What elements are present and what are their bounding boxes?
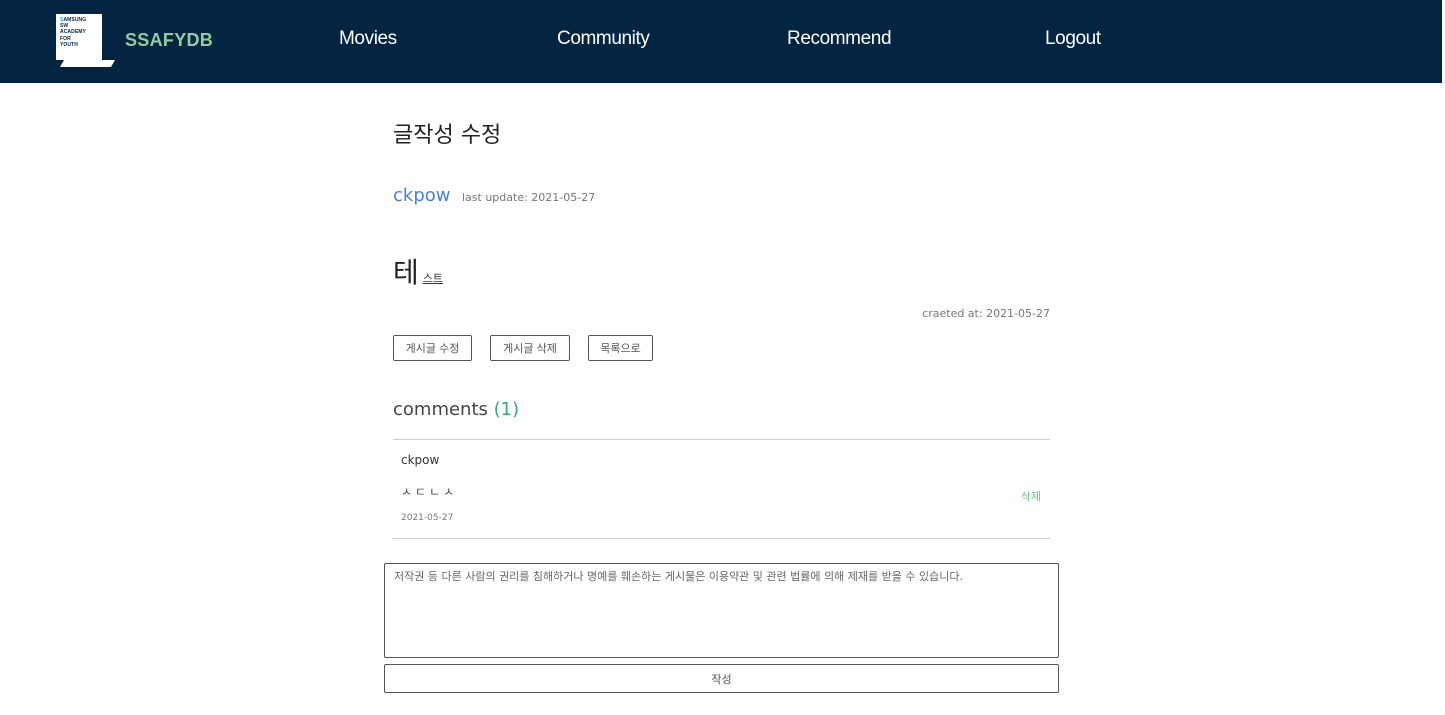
submit-comment-button[interactable]: 작성 (384, 664, 1059, 693)
comments-count: (1) (493, 399, 520, 420)
nav-community[interactable]: Community (557, 28, 650, 50)
ssafy-logo[interactable]: SAMSUNG SW ACADEMY FOR YOUTH (56, 14, 102, 60)
delete-post-button[interactable]: 게시글 삭제 (490, 335, 570, 361)
comments-divider-bottom (393, 538, 1050, 539)
comment-body: ㅅㄷㄴㅅ (401, 485, 458, 499)
post-title-small: 스트 (422, 272, 444, 285)
comments-divider-top (393, 439, 1050, 440)
back-to-list-button[interactable]: 목록으로 (588, 335, 653, 361)
post-author-link[interactable]: ckpow (393, 185, 450, 206)
top-navbar: SAMSUNG SW ACADEMY FOR YOUTH SSAFYDB Mov… (0, 0, 1445, 83)
page-title: 글작성 수정 (393, 123, 502, 148)
nav-movies[interactable]: Movies (339, 28, 397, 50)
nav-logout[interactable]: Logout (1045, 28, 1101, 50)
created-at: craeted at: 2021-05-27 (922, 307, 1050, 320)
post-title: 테 스트 (393, 251, 443, 291)
post-title-main: 테 (393, 256, 419, 289)
comment-author: ckpow (401, 453, 440, 467)
comments-label: comments (393, 399, 488, 420)
delete-comment-button[interactable]: 삭제 (1021, 488, 1041, 504)
last-update: last update: 2021-05-27 (462, 191, 596, 204)
comment-date: 2021-05-27 (401, 513, 454, 523)
comments-heading: comments (1) (393, 399, 519, 420)
nav-recommend[interactable]: Recommend (787, 28, 892, 50)
logo-text: SAMSUNG SW ACADEMY FOR YOUTH (60, 17, 87, 48)
brand-name[interactable]: SSAFYDB (125, 30, 213, 51)
comment-input[interactable] (384, 563, 1059, 658)
logo-base-shape (59, 60, 116, 67)
edit-post-button[interactable]: 게시글 수정 (393, 335, 472, 361)
